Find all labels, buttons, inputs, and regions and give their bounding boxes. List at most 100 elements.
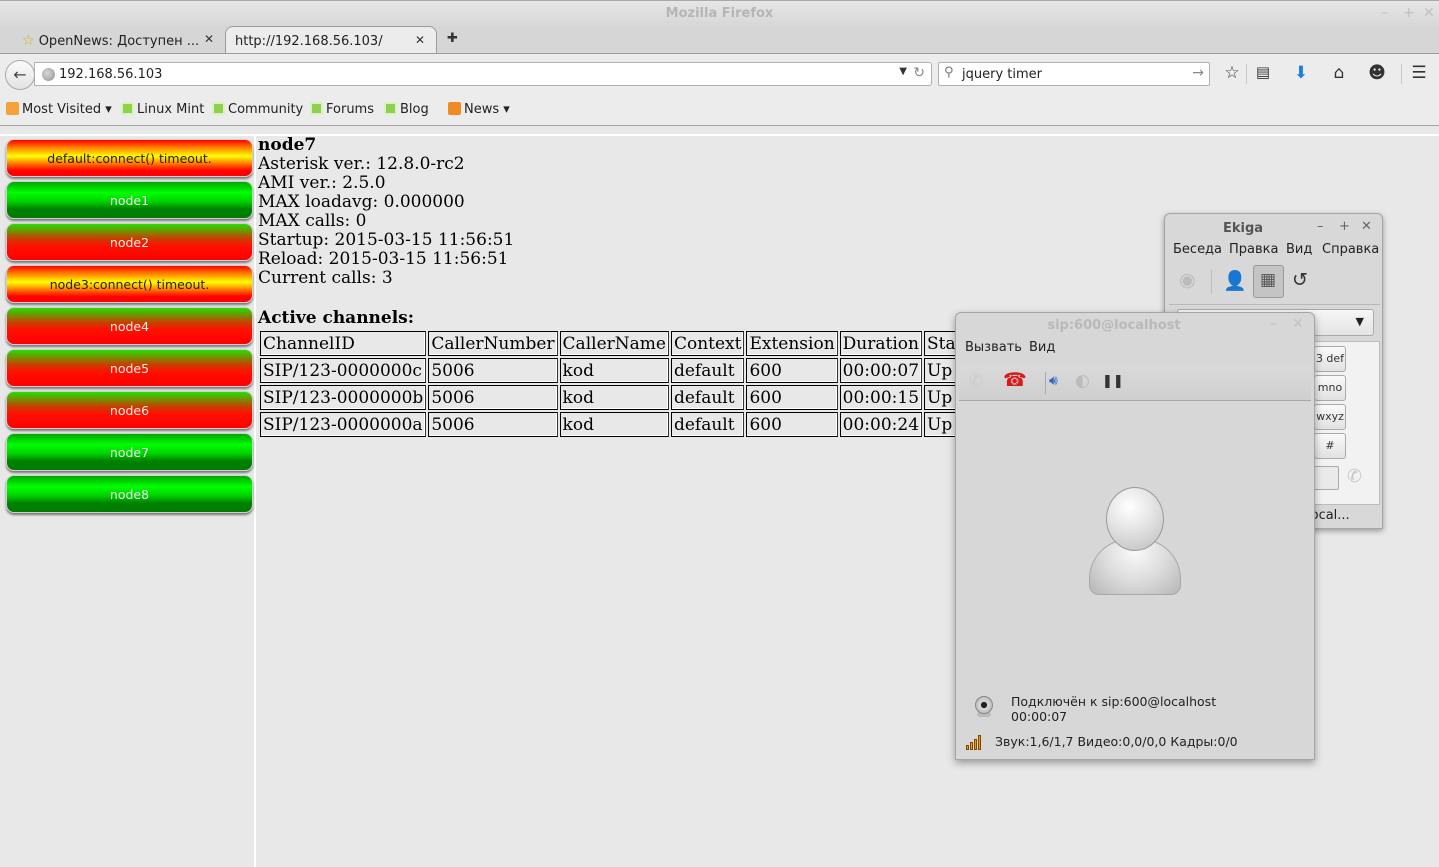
node-sidebar: default:connect() timeout. node1 node2 node… [0, 134, 256, 867]
channels-table: ChannelID CallerNumber CallerName Context Ex… [258, 329, 978, 439]
node-label: node8 [109, 487, 150, 502]
mint-icon [384, 102, 397, 115]
menu-beseda[interactable]: Беседа [1173, 242, 1222, 257]
tab-opennews[interactable]: ☆ OpenNews: Доступен ... ✕ [22, 26, 222, 54]
call-window: sip:600@localhost – ✕ Вызвать Вид ✆ ☎ 🔊︎… [955, 312, 1315, 760]
node-label: node1 [109, 193, 150, 208]
video-settings-icon[interactable]: ◐ [1075, 371, 1090, 391]
table-cell: 5006 [428, 412, 558, 437]
bookmark-most-visited[interactable]: Most Visited ▾ [6, 102, 112, 117]
minimize-icon[interactable]: – [1270, 316, 1277, 332]
chat-icon[interactable]: ☻ [1366, 63, 1388, 83]
table-row: SIP/123-0000000b 5006 kod default 600 00:00:1… [260, 385, 976, 410]
dialpad-key-6[interactable]: mno [1314, 375, 1346, 401]
bookmark-star-icon[interactable]: ☆ [1221, 63, 1243, 83]
menu-view[interactable]: Вид [1029, 340, 1055, 355]
maximize-icon[interactable]: + [1403, 5, 1415, 21]
hangup-icon[interactable]: ☎ [1003, 369, 1027, 391]
table-cell: 00:00:24 [839, 412, 923, 437]
node-label: node6 [109, 403, 150, 418]
node-button[interactable]: node8 [6, 475, 253, 513]
rss-icon [448, 102, 461, 115]
dialpad-button[interactable]: ▦ [1253, 265, 1284, 298]
column-header: Duration [839, 331, 923, 356]
reload-icon[interactable]: ↻ [913, 65, 925, 81]
node-label: node7 [109, 445, 150, 460]
search-input[interactable]: jquery timer [962, 67, 1042, 82]
pause-icon[interactable]: ❚❚ [1102, 374, 1124, 389]
bookmark-label: Blog [400, 102, 429, 117]
bookmark-news[interactable]: News ▾ [448, 102, 510, 117]
bookmark-label: News ▾ [464, 102, 510, 117]
bookmark-label: Forums [326, 102, 374, 117]
url-input[interactable]: 192.168.56.103 [59, 67, 162, 82]
node-button[interactable]: node2 [6, 223, 253, 261]
table-cell: 600 [746, 385, 838, 410]
folder-icon [6, 102, 19, 115]
menu-spravka[interactable]: Справка [1322, 242, 1379, 257]
node-button[interactable]: node5 [6, 349, 253, 387]
volume-icon[interactable]: 🔊︎ [1049, 373, 1058, 389]
node-label: node3:connect() timeout. [49, 277, 210, 292]
history-dropdown-icon[interactable]: ▼ [899, 66, 907, 77]
menu-vid[interactable]: Вид [1286, 242, 1312, 257]
url-bar[interactable]: 192.168.56.103 ▼ ↻ [34, 62, 932, 86]
contacts-icon[interactable]: 👤 [1223, 269, 1247, 292]
node-button[interactable]: node1 [6, 181, 253, 219]
pickup-icon[interactable]: ✆ [969, 371, 983, 391]
close-tab-icon[interactable]: ✕ [204, 32, 214, 46]
table-cell: 5006 [428, 358, 558, 383]
maximize-icon[interactable]: + [1339, 219, 1350, 234]
webcam-icon[interactable]: ◉ [1179, 269, 1196, 291]
close-icon[interactable]: ✕ [1361, 219, 1372, 234]
asterisk-version: Asterisk ver.: 12.8.0-rc2 [258, 154, 465, 174]
star-icon: ☆ [22, 33, 35, 49]
search-go-icon[interactable]: → [1192, 65, 1204, 81]
toolbar-separator [1045, 372, 1046, 394]
node-button[interactable]: node7 [6, 433, 253, 471]
call-window-title: sip:600@localhost [1047, 318, 1181, 333]
call-toolbar: ✆ ☎ 🔊︎ ◐ ❚❚ [959, 365, 1311, 401]
bookmark-community[interactable]: Community [212, 102, 303, 117]
new-tab-icon[interactable]: ✚ [447, 31, 458, 46]
search-icon: ⚲ [944, 65, 954, 80]
menu-pravka[interactable]: Правка [1229, 242, 1278, 257]
table-cell: 00:00:07 [839, 358, 923, 383]
back-button[interactable]: ← [5, 60, 35, 90]
channels-heading: Active channels: [258, 308, 415, 328]
node-button[interactable]: default:connect() timeout. [6, 139, 253, 177]
table-header-row: ChannelID CallerNumber CallerName Context Ex… [260, 331, 976, 356]
window-title: Mozilla Firefox [665, 6, 774, 21]
tab-active[interactable]: http://192.168.56.103/ ✕ [225, 26, 437, 54]
menu-call[interactable]: Вызвать [965, 340, 1022, 355]
downloads-icon[interactable]: ⬇ [1290, 63, 1312, 83]
reading-list-icon[interactable]: ▤ [1252, 63, 1274, 81]
call-icon[interactable]: ✆ [1347, 466, 1362, 487]
bookmark-linux-mint[interactable]: Linux Mint [121, 102, 204, 117]
minimize-icon[interactable]: – [1317, 219, 1324, 234]
minimize-icon[interactable]: – [1381, 5, 1388, 21]
home-icon[interactable]: ⌂ [1328, 63, 1350, 83]
mint-icon [212, 102, 225, 115]
bookmark-label: Linux Mint [137, 102, 205, 117]
bookmark-forums[interactable]: Forums [310, 102, 374, 117]
node-label: default:connect() timeout. [47, 151, 212, 166]
node-button[interactable]: node4 [6, 307, 253, 345]
toolbar-separator [1246, 64, 1247, 84]
table-cell: SIP/123-0000000b [260, 385, 427, 410]
call-history-icon[interactable]: ↺ [1292, 269, 1308, 291]
close-icon[interactable]: ✕ [1292, 316, 1304, 332]
search-bar[interactable]: ⚲ jquery timer → [938, 62, 1210, 86]
dialpad-key-9[interactable]: wxyz [1314, 404, 1346, 430]
node-button[interactable]: node6 [6, 391, 253, 429]
node-button[interactable]: node3:connect() timeout. [6, 265, 253, 303]
dialpad-key-3[interactable]: 3 def [1314, 346, 1346, 372]
column-header: Context [670, 331, 745, 356]
navigation-toolbar: 192.168.56.103 ▼ ↻ ← ⚲ jquery timer → ☆ … [0, 54, 1439, 94]
close-tab-icon[interactable]: ✕ [415, 33, 425, 47]
table-cell: 5006 [428, 385, 558, 410]
bookmark-blog[interactable]: Blog [384, 102, 429, 117]
dialpad-key-hash[interactable]: # [1314, 433, 1346, 459]
menu-icon[interactable]: ☰ [1408, 63, 1430, 83]
close-window-icon[interactable]: ✕ [1423, 5, 1435, 21]
